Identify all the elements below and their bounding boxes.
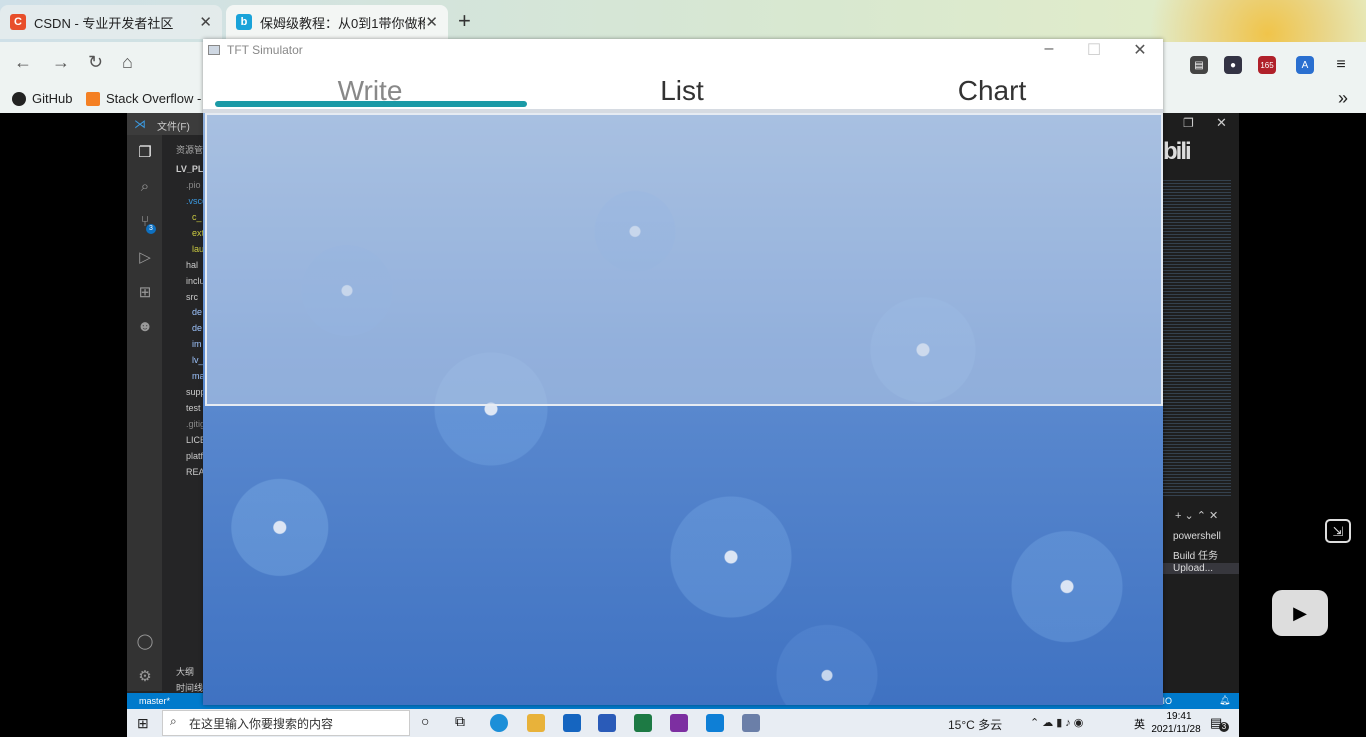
taskbar-search-input[interactable]: 在这里输入你要搜索的内容 <box>162 710 410 736</box>
run-debug-icon[interactable]: ▷ <box>136 248 154 266</box>
bilibili-favicon-icon: b <box>236 14 252 30</box>
maximize-icon[interactable]: ☐ <box>1071 40 1117 60</box>
branch-status[interactable]: master* <box>139 696 170 706</box>
bilibili-watermark-icon: bili <box>1163 138 1192 165</box>
terminal-item[interactable]: powershell <box>1163 531 1249 542</box>
tft-titlebar: TFT Simulator – ☐ ✕ <box>203 39 1163 63</box>
weather-status[interactable]: 15°C 多云 <box>948 716 1002 733</box>
terminal-item[interactable]: Build 任务 <box>1163 547 1249 562</box>
tree-item[interactable]: de <box>192 307 202 317</box>
bookmark-label: Stack Overflow - <box>106 91 202 106</box>
app-icon[interactable] <box>563 714 581 732</box>
tree-item[interactable]: src <box>186 292 198 302</box>
close-tab-icon[interactable]: ✕ <box>199 13 212 31</box>
terminal-actions-icon[interactable]: + ⌄ ⌃ ✕ <box>1175 509 1218 522</box>
tab-title: 保姆级教程：从0到1带你做稚晖 <box>260 15 425 31</box>
vscode-logo-icon: ⋊ <box>134 117 146 131</box>
tree-item[interactable]: c_ <box>192 212 202 222</box>
tree-item[interactable]: .pio <box>186 180 201 190</box>
clock-date[interactable]: 2021/11/28 <box>1148 724 1204 735</box>
explorer-icon[interactable]: ❐ <box>136 143 154 161</box>
tree-item[interactable]: platf <box>186 451 203 461</box>
notification-count: 3 <box>1219 722 1229 732</box>
search-icon[interactable]: ⌕ <box>136 178 154 196</box>
active-tab-indicator <box>215 101 527 107</box>
scm-badge: 3 <box>146 224 156 234</box>
tree-item[interactable]: im <box>192 339 202 349</box>
extension-badge-icon[interactable]: 165 <box>1258 56 1276 74</box>
tree-item[interactable]: inclu <box>186 276 205 286</box>
tray-icons[interactable]: ⌃☁▮♪◉ <box>1030 716 1086 729</box>
settings-gear-icon[interactable]: ⚙ <box>136 667 154 685</box>
ime-indicator[interactable]: 英 <box>1134 716 1145 732</box>
task-view-icon[interactable]: ⧉ <box>455 713 465 730</box>
write-tab-content-panel[interactable] <box>205 113 1163 406</box>
home-icon[interactable]: ⌂ <box>122 52 133 73</box>
vscode-taskbar-icon[interactable] <box>706 714 724 732</box>
minimap <box>1163 178 1231 498</box>
menu-file[interactable]: 文件(F) <box>157 118 190 133</box>
back-icon[interactable]: ← <box>14 52 32 73</box>
browser-tab-csdn[interactable]: C CSDN - 专业开发者社区 ✕ <box>0 5 222 39</box>
window-title: TFT Simulator <box>227 43 303 57</box>
terminal-item[interactable]: Upload... <box>1163 563 1249 574</box>
restore-window-icon[interactable]: ❐ <box>1183 116 1194 130</box>
window-app-icon <box>208 45 220 55</box>
onenote-icon[interactable] <box>670 714 688 732</box>
windows-start-icon[interactable]: ⊞ <box>137 715 149 732</box>
extension-icon[interactable]: ▤ <box>1190 56 1208 74</box>
tree-item[interactable]: test <box>186 403 201 413</box>
csdn-favicon-icon: C <box>10 14 26 30</box>
platformio-icon[interactable]: ☻ <box>136 318 154 336</box>
excel-icon[interactable] <box>634 714 652 732</box>
vscode-titlebar: ⋊ 文件(F) <box>127 113 203 135</box>
translate-icon[interactable]: A <box>1296 56 1314 74</box>
bookmark-github[interactable]: GitHub <box>12 91 72 106</box>
tree-item[interactable]: hal <box>186 260 198 270</box>
bilibili-player-area <box>1239 113 1366 737</box>
bilibili-tv-icon[interactable]: ▶ <box>1272 590 1328 636</box>
clock-time[interactable]: 19:41 <box>1160 711 1198 722</box>
bell-icon[interactable]: 🔔︎ <box>1219 695 1230 706</box>
github-icon <box>12 91 26 106</box>
stackoverflow-icon <box>86 91 100 106</box>
close-window-icon[interactable]: ✕ <box>1216 115 1227 131</box>
tree-item[interactable]: de <box>192 323 202 333</box>
close-tab-icon[interactable]: ✕ <box>425 13 438 31</box>
bookmark-stackoverflow[interactable]: Stack Overflow - <box>86 91 201 106</box>
reload-icon[interactable]: ↻ <box>88 52 103 73</box>
picture-in-picture-icon[interactable]: ⇲ <box>1325 519 1351 543</box>
tab-title: CSDN - 专业开发者社区 <box>34 15 174 31</box>
mail-icon[interactable] <box>598 714 616 732</box>
search-icon: ⌕ <box>170 714 177 728</box>
tree-item[interactable]: REA <box>186 467 205 477</box>
tab-list[interactable]: List <box>527 75 837 107</box>
minimize-icon[interactable]: – <box>1026 40 1072 58</box>
extension-icon[interactable]: ● <box>1224 56 1242 74</box>
forward-icon[interactable]: → <box>52 52 70 73</box>
browser-tab-bilibili[interactable]: b 保姆级教程：从0到1带你做稚晖 ✕ <box>226 5 448 39</box>
account-icon[interactable]: ◯ <box>136 632 154 650</box>
new-tab-icon[interactable]: + <box>458 8 471 34</box>
outline-section[interactable]: 大纲 <box>176 665 194 678</box>
close-icon[interactable]: ✕ <box>1117 40 1163 60</box>
tree-item[interactable]: lv_ <box>192 355 204 365</box>
bookmark-label: GitHub <box>32 91 73 106</box>
extensions-icon[interactable]: ⊞ <box>136 283 154 301</box>
more-bookmarks-icon[interactable]: » <box>1338 88 1348 109</box>
cortana-icon[interactable]: ○ <box>421 713 429 729</box>
edge-icon[interactable] <box>490 714 508 732</box>
tab-chart[interactable]: Chart <box>837 75 1147 107</box>
simulator-taskbar-icon[interactable] <box>742 714 760 732</box>
file-explorer-icon[interactable] <box>527 714 545 732</box>
tft-simulator-window: TFT Simulator – ☐ ✕ Write List Chart <box>203 39 1163 705</box>
menu-icon[interactable]: ≡ <box>1332 56 1350 74</box>
